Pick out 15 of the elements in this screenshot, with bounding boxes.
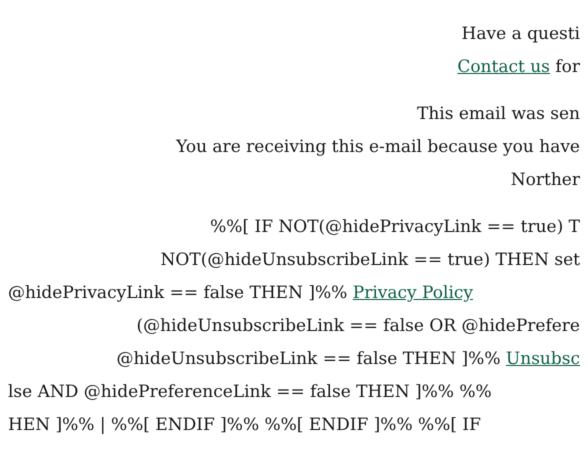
text-link[interactable]: Privacy Policy — [352, 277, 474, 310]
footer-text: %%[ IF NOT(@hidePrivacyLink == true) T — [210, 216, 580, 239]
footer-text: Have a questi — [462, 23, 580, 46]
text-link[interactable]: Contact us — [457, 51, 550, 84]
footer-text: Norther — [510, 169, 580, 192]
footer-text: for — [555, 56, 580, 79]
footer-text: This email was sen — [417, 103, 580, 126]
footer-text: HEN ]%% | %%[ ENDIF ]%% %%[ ENDIF ]%% %%[ IF — [8, 414, 481, 437]
footer-text: NOT(@hideUnsubscribeLink == true) THEN set — [160, 249, 580, 272]
footer-text: (@hideUnsubscribeLink == false OR @hidePrefere — [136, 315, 580, 338]
footer-text: @hidePrivacyLink == false THEN ]%% — [8, 282, 348, 305]
text-link[interactable]: Unsubsc — [506, 343, 580, 376]
footer-text: lse AND @hidePreferenceLink == false THEN ]%% %% — [8, 381, 492, 404]
footer-text: You are receiving this e-mail because you have — [176, 136, 580, 159]
footer-text: @hideUnsubscribeLink == false THEN ]%% — [116, 348, 500, 371]
